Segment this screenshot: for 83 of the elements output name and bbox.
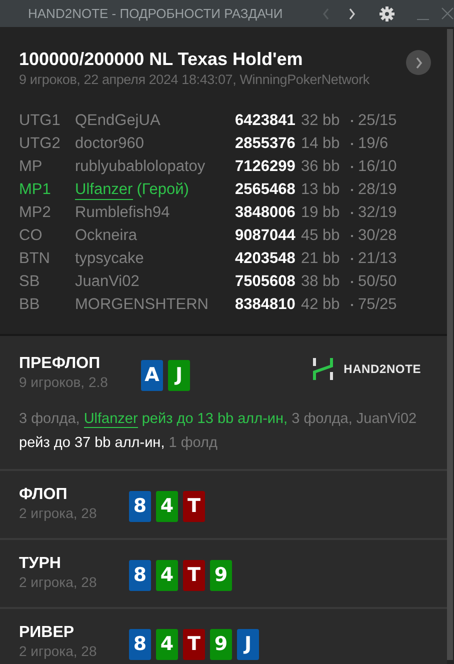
chevron-left-icon bbox=[322, 8, 330, 20]
player-id: 4203548 bbox=[235, 250, 296, 266]
playing-card: J bbox=[168, 360, 190, 391]
window-title: HAND2NOTE - ПОДРОБНОСТИ РАЗДАЧИ bbox=[28, 4, 283, 23]
chevron-right-icon bbox=[414, 56, 422, 68]
hero-label: (Герой) bbox=[136, 180, 189, 200]
next-hand-button[interactable] bbox=[406, 50, 431, 75]
position-label: BB bbox=[19, 294, 41, 314]
stack-size: 45 bb bbox=[301, 226, 340, 244]
playing-card: T bbox=[183, 491, 205, 522]
street-name: ТУРН bbox=[19, 554, 62, 574]
stack-size: 13 bb bbox=[301, 180, 340, 198]
playing-card: 8 bbox=[129, 491, 151, 522]
logo-icon bbox=[312, 358, 333, 380]
player-name: JuanVi02 bbox=[75, 272, 140, 292]
player-stats: 75/25 bbox=[358, 294, 397, 314]
position-label: UTG1 bbox=[19, 110, 62, 130]
stack-size: 38 bb bbox=[301, 272, 340, 290]
player-stats: 25/15 bbox=[358, 110, 397, 130]
playing-card: 4 bbox=[156, 491, 178, 522]
stack-size: 14 bb bbox=[301, 134, 340, 152]
street-name: РИВЕР bbox=[19, 623, 76, 643]
player-name: typsycake bbox=[75, 248, 144, 268]
street-info: 9 игроков, 2.8 bbox=[19, 374, 109, 391]
player-stats: 28/19 bbox=[358, 180, 397, 200]
stack-size: 36 bb bbox=[301, 158, 340, 174]
player-id: 6423841 bbox=[235, 112, 296, 128]
player-name: Ockneira bbox=[75, 226, 138, 246]
player-name: Rumblefish94 bbox=[75, 202, 170, 222]
player-stats: 30/28 bbox=[358, 226, 397, 246]
position-label: BTN bbox=[19, 248, 51, 268]
stack-size: 21 bb bbox=[301, 250, 340, 266]
player-name: doctor960 bbox=[75, 134, 144, 154]
player-name: MORGENSHTERN bbox=[75, 294, 208, 314]
player-id: 7126299 bbox=[235, 158, 296, 174]
player-id: 8384810 bbox=[235, 296, 296, 312]
street-info: 2 игрока, 28 bbox=[19, 574, 98, 591]
player-stats: 16/10 bbox=[358, 156, 397, 176]
hand-subtitle: 9 игроков, 22 апреля 2024 18:43:07, WinningPokerNetwork bbox=[19, 71, 370, 89]
logo-text: HAND2NOTE bbox=[344, 361, 421, 378]
player-id: 3848006 bbox=[235, 204, 296, 220]
player-link[interactable]: Ulfanzer bbox=[84, 411, 138, 428]
playing-card: 9 bbox=[210, 560, 232, 591]
street-name: ПРЕФЛОП bbox=[19, 354, 102, 374]
street-info: 2 игрока, 28 bbox=[19, 643, 98, 660]
position-label: SB bbox=[19, 272, 41, 292]
playing-card: 9 bbox=[210, 629, 232, 660]
player-name: QEndGejUA bbox=[75, 110, 160, 130]
player-stats: 21/13 bbox=[358, 248, 397, 268]
street-info: 2 игрока, 28 bbox=[19, 505, 98, 522]
player-stats: 32/19 bbox=[358, 202, 397, 222]
player-name: rublyubablolopatoy bbox=[75, 156, 206, 176]
player-link[interactable]: Ulfanzer bbox=[75, 180, 133, 200]
playing-card: T bbox=[183, 560, 205, 591]
position-label: MP bbox=[19, 156, 44, 176]
stack-size: 32 bb bbox=[301, 112, 340, 128]
street-name: ФЛОП bbox=[19, 485, 68, 505]
hand-title: 100000/200000 NL Texas Hold'em bbox=[19, 48, 304, 71]
position-label: MP1 bbox=[19, 180, 52, 200]
player-stats: 50/50 bbox=[358, 272, 397, 292]
player-id: 2565468 bbox=[235, 180, 296, 198]
playing-card: 4 bbox=[156, 629, 178, 660]
position-label: MP2 bbox=[19, 202, 52, 222]
stack-size: 42 bb bbox=[301, 296, 340, 312]
playing-card: 8 bbox=[129, 560, 151, 591]
player-link[interactable]: JuanVi02 bbox=[356, 411, 417, 427]
playing-card: J bbox=[237, 629, 259, 660]
playing-card: A bbox=[141, 360, 163, 391]
chevron-right-icon bbox=[348, 8, 356, 20]
playing-card: T bbox=[183, 629, 205, 660]
position-label: CO bbox=[19, 226, 44, 246]
action-summary: 3 фолда, Ulfanzer рейз до 13 bb алл-ин, 3 фолда, JuanVi02 рейз до 37 bb алл-ин, 1 фолд bbox=[19, 410, 418, 453]
playing-card: 8 bbox=[129, 629, 151, 660]
scrollbar[interactable] bbox=[447, 29, 453, 660]
player-id: 2855376 bbox=[235, 134, 296, 152]
stack-size: 19 bb bbox=[301, 204, 340, 220]
settings-button[interactable] bbox=[378, 4, 395, 24]
player-id: 9087044 bbox=[235, 226, 296, 244]
player-id: 7505608 bbox=[235, 272, 296, 290]
settings-icon bbox=[378, 6, 395, 22]
position-label: UTG2 bbox=[19, 134, 62, 154]
playing-card: 4 bbox=[156, 560, 178, 591]
player-stats: 19/6 bbox=[358, 134, 388, 154]
